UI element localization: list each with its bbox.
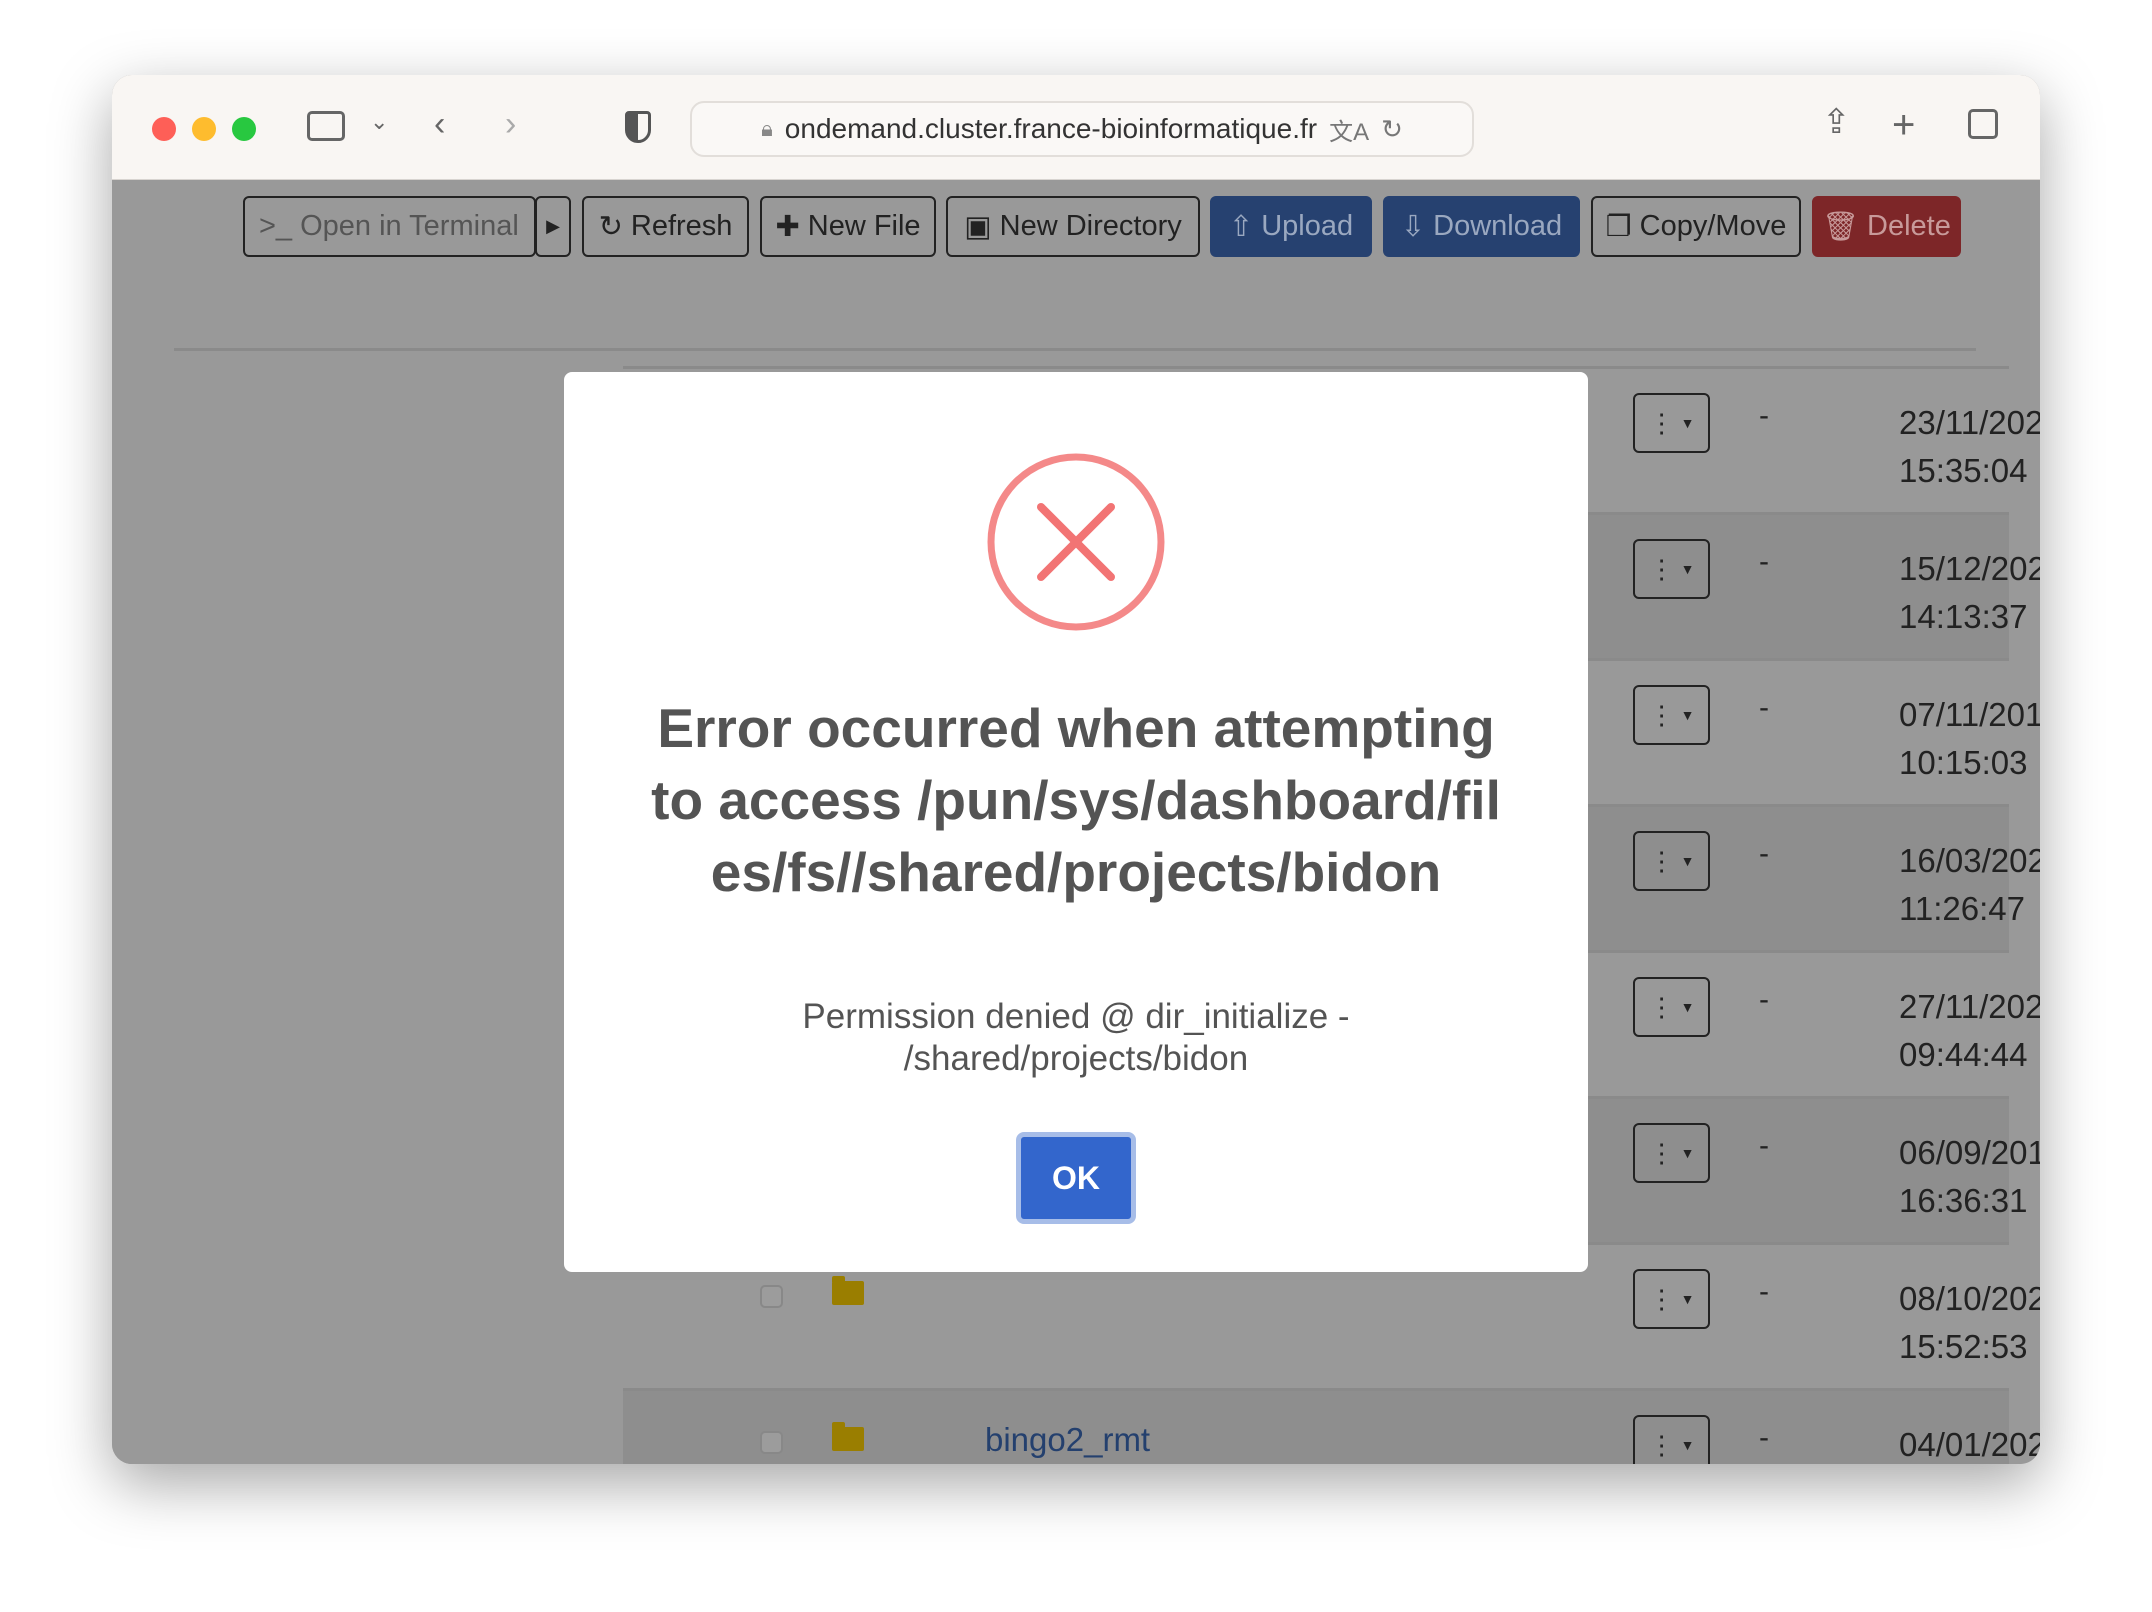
folder-icon (832, 1276, 864, 1305)
row-actions-button[interactable]: ⋮ ▼ (1633, 1123, 1710, 1183)
file-size: - (1759, 545, 1769, 578)
error-dialog: Error occurred when attempting to access… (564, 372, 1588, 1272)
modified-date: 06/09/201916:36:31 (1899, 1134, 2040, 1219)
row-actions-button[interactable]: ⋮ ▼ (1633, 831, 1710, 891)
new-directory-button[interactable]: ▣ New Directory (946, 196, 1200, 257)
delete-button[interactable]: 🗑︎ Delete (1812, 196, 1961, 257)
row-actions-button[interactable]: ⋮ ▼ (1633, 1415, 1710, 1464)
kebab-icon: ⋮ (1648, 1283, 1675, 1314)
translate-icon[interactable]: 文A (1329, 112, 1369, 147)
upload-icon: ⇧ (1228, 211, 1254, 243)
folder-plus-icon: ▣ (964, 211, 992, 243)
caret-down-icon: ▼ (1680, 1145, 1695, 1161)
upload-button[interactable]: ⇧ Upload (1210, 196, 1372, 257)
new-tab-icon[interactable]: + (1892, 105, 1915, 145)
modified-date: 15/12/202314:13:37 (1899, 550, 2040, 635)
ok-button[interactable]: OK (1016, 1132, 1136, 1224)
refresh-icon: ↻ (598, 211, 623, 243)
back-icon[interactable]: ‹ (434, 107, 445, 141)
open-in-terminal-button[interactable]: >_ Open in Terminal (243, 196, 536, 257)
caret-right-icon: ▶ (546, 216, 560, 236)
row-actions-button[interactable]: ⋮ ▼ (1633, 685, 1710, 745)
file-size: - (1759, 1275, 1769, 1308)
tabs-overview-icon[interactable] (1968, 109, 1998, 139)
file-size: - (1759, 837, 1769, 870)
row-actions-button[interactable]: ⋮ ▼ (1633, 1269, 1710, 1329)
caret-down-icon: ▼ (1680, 1437, 1695, 1453)
kebab-icon: ⋮ (1648, 553, 1675, 584)
caret-down-icon: ▼ (1680, 853, 1695, 869)
kebab-icon: ⋮ (1648, 1429, 1675, 1460)
file-size: - (1759, 1129, 1769, 1162)
privacy-shield-icon[interactable] (625, 111, 651, 143)
close-window-button[interactable] (152, 117, 176, 141)
terminal-dropdown-button[interactable]: ▶ (535, 196, 571, 257)
refresh-button[interactable]: ↻ Refresh (582, 196, 749, 257)
file-size: - (1759, 399, 1769, 432)
copy-move-button[interactable]: ❐ Copy/Move (1591, 196, 1801, 257)
dialog-title: Error occurred when attempting to access… (651, 697, 1501, 903)
file-size: - (1759, 1421, 1769, 1454)
file-name-link[interactable]: bingo2_rmt (985, 1421, 1150, 1459)
download-button[interactable]: ⇩ Download (1383, 196, 1580, 257)
caret-down-icon: ▼ (1680, 999, 1695, 1015)
row-actions-button[interactable]: ⋮ ▼ (1633, 977, 1710, 1037)
kebab-icon: ⋮ (1648, 991, 1675, 1022)
kebab-icon: ⋮ (1648, 699, 1675, 730)
download-icon: ⇩ (1400, 211, 1426, 243)
kebab-icon: ⋮ (1648, 407, 1675, 438)
file-size: - (1759, 691, 1769, 724)
modified-date: 27/11/202309:44:44 (1899, 988, 2040, 1073)
caret-down-icon: ▼ (1680, 707, 1695, 723)
address-bar[interactable]: 🔒︎ ondemand.cluster.france-bioinformatiq… (690, 101, 1474, 157)
divider (174, 348, 1976, 351)
browser-toolbar: ⌄ ‹ › 🔒︎ ondemand.cluster.france-bioinfo… (112, 75, 2040, 180)
modified-date: 08/10/202015:52:53 (1899, 1280, 2040, 1365)
caret-down-icon: ▼ (1680, 1291, 1695, 1307)
sidebar-toggle-icon[interactable] (307, 111, 345, 141)
caret-down-icon: ▼ (1680, 415, 1695, 431)
folder-icon (832, 1422, 864, 1451)
modified-date: 07/11/201910:15:03 (1899, 696, 2040, 781)
lock-icon: 🔒︎ (761, 116, 773, 141)
error-x-icon (987, 453, 1165, 631)
terminal-icon: >_ (259, 210, 293, 242)
dialog-message: Permission denied @ dir_initialize -/sha… (802, 997, 1350, 1078)
new-file-button[interactable]: ✚ New File (760, 196, 936, 257)
modified-date: 04/01/202414:55:12 (1899, 1426, 2040, 1463)
chevron-down-icon[interactable]: ⌄ (370, 111, 388, 133)
row-checkbox[interactable] (760, 1431, 783, 1454)
url-text: ondemand.cluster.france-bioinformatique.… (784, 113, 1318, 144)
row-actions-button[interactable]: ⋮ ▼ (1633, 393, 1710, 453)
modified-date: 16/03/202111:26:47 (1899, 842, 2040, 927)
row-checkbox[interactable] (760, 1285, 783, 1308)
minimize-window-button[interactable] (192, 117, 216, 141)
reload-icon[interactable]: ↻ (1381, 114, 1403, 145)
kebab-icon: ⋮ (1648, 1137, 1675, 1168)
copy-icon: ❐ (1605, 211, 1632, 243)
caret-down-icon: ▼ (1680, 561, 1695, 577)
trash-icon: 🗑︎ (1822, 210, 1859, 243)
row-actions-button[interactable]: ⋮ ▼ (1633, 539, 1710, 599)
modified-date: 23/11/202215:35:04 (1899, 404, 2040, 489)
plus-icon: ✚ (775, 211, 800, 243)
forward-icon[interactable]: › (505, 107, 516, 141)
share-icon[interactable]: ⇪ (1822, 105, 1851, 139)
table-row: bingo2_rmt⋮▼-04/01/202414:55:12 (623, 1388, 2040, 1464)
maximize-window-button[interactable] (232, 117, 256, 141)
file-size: - (1759, 983, 1769, 1016)
kebab-icon: ⋮ (1648, 845, 1675, 876)
